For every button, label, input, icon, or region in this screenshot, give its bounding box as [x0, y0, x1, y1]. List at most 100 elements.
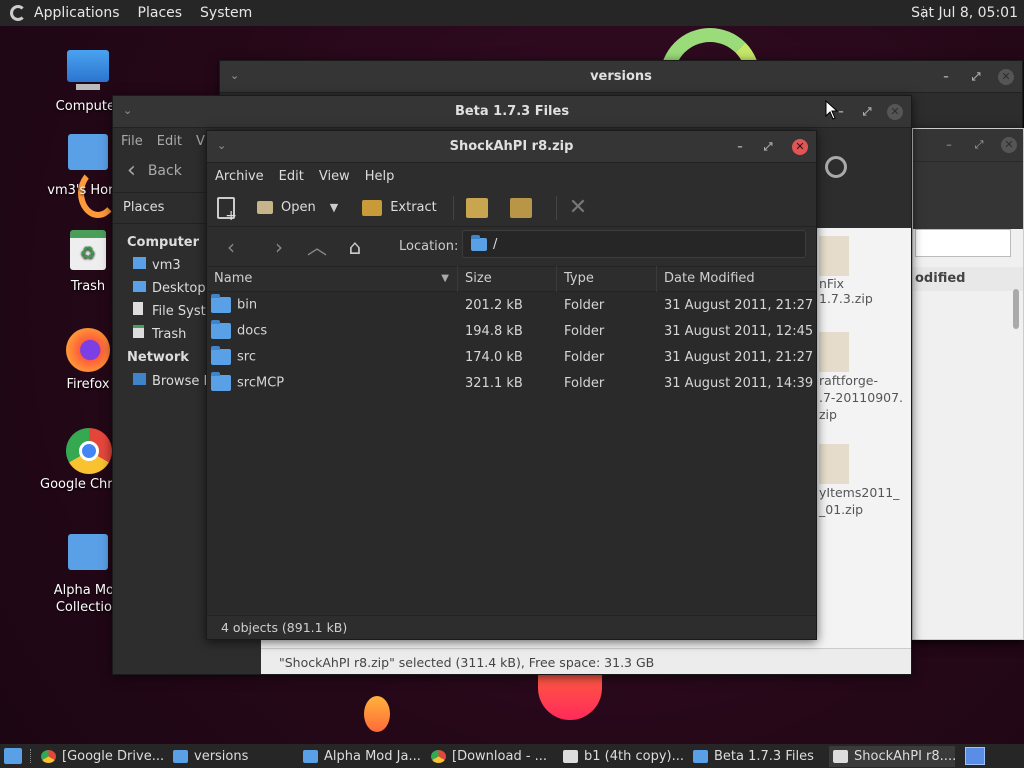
open-button[interactable]: Open: [257, 200, 316, 215]
taskbar-item-versions[interactable]: versions: [173, 749, 293, 764]
firefox-icon: [66, 328, 110, 372]
new-archive-button[interactable]: +: [217, 196, 243, 223]
maximize-button[interactable]: ⤢: [968, 69, 984, 85]
sort-arrow-icon: ▼: [441, 272, 449, 284]
minimize-button[interactable]: –: [938, 69, 954, 85]
text-editor-icon: [563, 749, 578, 763]
archive-titlebar[interactable]: ⌄ ShockAhPI r8.zip – ⤢ ✕: [207, 131, 816, 163]
back-arrow-icon: ‹: [127, 158, 136, 183]
taskbar-item-beta-files[interactable]: Beta 1.7.3 Files: [693, 749, 819, 764]
close-button[interactable]: ✕: [887, 104, 903, 120]
taskbar-item-shockahpi[interactable]: ShockAhPI r8....: [829, 745, 955, 767]
window-menu-icon[interactable]: ⌄: [217, 139, 226, 152]
zip-file-item[interactable]: nFix 1.7.3.zip: [819, 236, 899, 306]
delete-button[interactable]: ✕: [569, 195, 587, 220]
menu-view[interactable]: View: [319, 169, 350, 184]
taskbar-item-google-drive[interactable]: [Google Drive...: [41, 749, 163, 764]
table-row[interactable]: srcMCP 321.1 kB Folder 31 August 2011, 1…: [207, 370, 816, 396]
home-folder-icon: [66, 134, 110, 178]
versions-titlebar[interactable]: ⌄ versions – ⤢ ✕: [220, 61, 1022, 93]
close-button[interactable]: ✕: [792, 139, 808, 155]
forward-arrow-icon[interactable]: ›: [265, 233, 293, 261]
maximize-button[interactable]: ⤢: [971, 137, 987, 153]
menu-edit[interactable]: Edit: [279, 169, 304, 184]
column-header-modified[interactable]: odified: [913, 267, 1023, 291]
add-folder-button[interactable]: [509, 197, 540, 218]
file-list: bin 201.2 kB Folder 31 August 2011, 21:2…: [207, 292, 816, 614]
column-header-date-modified[interactable]: Date Modified: [657, 266, 816, 292]
location-label: Location:: [399, 239, 459, 254]
taskbar-item-download[interactable]: [Download - ...: [431, 749, 553, 764]
zip-file-item[interactable]: raftforge- .7-20110907. zip: [819, 332, 905, 423]
chrome-icon: [41, 749, 56, 763]
wallpaper-small-blob: [364, 696, 390, 732]
window-menu-icon[interactable]: ⌄: [123, 104, 132, 117]
places-menu[interactable]: Places: [138, 5, 183, 21]
row-type: Folder: [564, 323, 605, 339]
system-menu[interactable]: System: [200, 5, 252, 21]
menu-file[interactable]: File: [121, 134, 143, 149]
folder-icon: [303, 749, 318, 763]
menu-edit[interactable]: Edit: [157, 134, 182, 149]
chrome-icon: [431, 749, 446, 763]
workspace-switcher[interactable]: [965, 747, 985, 765]
close-button[interactable]: ✕: [998, 69, 1014, 85]
row-type: Folder: [564, 297, 605, 313]
column-header-size[interactable]: Size: [458, 265, 557, 292]
maximize-button[interactable]: ⤢: [859, 104, 875, 120]
maximize-button[interactable]: ⤢: [760, 139, 776, 155]
location-field[interactable]: /: [462, 230, 806, 258]
column-header-type[interactable]: Type: [557, 265, 657, 292]
new-archive-icon: +: [217, 196, 237, 223]
window-menu-icon[interactable]: ⌄: [230, 69, 239, 82]
taskbar-item-alpha-mod[interactable]: Alpha Mod Ja...: [303, 749, 421, 764]
show-desktop-icon[interactable]: [4, 748, 22, 764]
beta-titlebar[interactable]: ⌄ Beta 1.7.3 Files – ⤢ ✕: [113, 96, 911, 128]
folder-icon: [693, 749, 708, 763]
column-headers: Name ▼ Size Type Date Modified: [207, 265, 816, 292]
row-date: 31 August 2011, 12:45: [664, 323, 814, 339]
desktop-icon: [133, 281, 146, 292]
folder-icon: [211, 372, 231, 391]
menu-archive[interactable]: Archive: [215, 169, 264, 184]
archive-statusbar: 4 objects (891.1 kB): [207, 615, 816, 639]
search-icon[interactable]: [825, 156, 847, 178]
trash-icon: [133, 325, 144, 338]
row-date: 31 August 2011, 21:27: [664, 349, 814, 365]
back-button[interactable]: ‹ Back: [127, 158, 182, 183]
column-header-name[interactable]: Name ▼: [207, 265, 458, 292]
close-button[interactable]: ✕: [1001, 137, 1017, 153]
open-dropdown-button[interactable]: ▼: [330, 201, 338, 214]
table-row[interactable]: docs 194.8 kB Folder 31 August 2011, 12:…: [207, 318, 816, 344]
zip-icon: [819, 236, 849, 276]
zip-icon: [819, 332, 849, 372]
up-arrow-icon[interactable]: ︿: [303, 233, 331, 261]
minimize-button[interactable]: –: [732, 139, 748, 155]
taskbar-item-b1[interactable]: b1 (4th copy)....: [563, 749, 683, 764]
distro-logo-icon[interactable]: [10, 5, 26, 21]
row-type: Folder: [564, 349, 605, 365]
path-field[interactable]: [915, 229, 1011, 257]
table-row[interactable]: bin 201.2 kB Folder 31 August 2011, 21:2…: [207, 292, 816, 318]
back-arrow-icon[interactable]: ‹: [217, 233, 245, 261]
zip-file-item[interactable]: yItems2011_ _01.zip: [819, 444, 905, 518]
scrollbar[interactable]: [1013, 289, 1019, 329]
home-icon[interactable]: ⌂: [341, 233, 369, 261]
add-files-button[interactable]: [465, 197, 496, 218]
background-window[interactable]: – ⤢ ✕ odified: [912, 128, 1024, 640]
extract-button[interactable]: Extract: [362, 199, 437, 216]
menu-help[interactable]: Help: [365, 169, 395, 184]
table-row[interactable]: src 174.0 kB Folder 31 August 2011, 21:2…: [207, 344, 816, 370]
add-folder-icon: [509, 197, 532, 218]
chevron-down-icon: ▼: [329, 201, 339, 214]
clock[interactable]: Sat Jul 8, 05:01: [911, 5, 1018, 21]
folder-icon: [471, 234, 487, 251]
applications-menu[interactable]: Applications: [34, 5, 120, 21]
menu-view[interactable]: V: [196, 134, 205, 149]
minimize-button[interactable]: –: [941, 137, 957, 153]
open-folder-icon: [257, 201, 273, 214]
row-size: 174.0 kB: [465, 349, 523, 365]
taskbar: [Google Drive... versions Alpha Mod Ja..…: [0, 744, 1024, 768]
row-size: 201.2 kB: [465, 297, 523, 313]
archive-manager-window[interactable]: ⌄ ShockAhPI r8.zip – ⤢ ✕ Archive Edit Vi…: [206, 130, 817, 640]
